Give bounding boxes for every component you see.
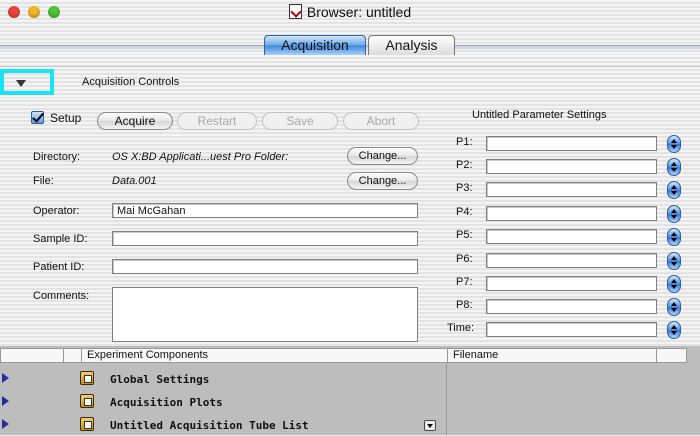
settings-document-icon (80, 371, 94, 385)
tab-analysis-label: Analysis (385, 37, 438, 53)
list-item[interactable]: Acquisition Plots (0, 391, 446, 413)
abort-button[interactable]: Abort (343, 112, 419, 130)
parameter-settings-title: Untitled Parameter Settings (472, 109, 607, 121)
setup-label: Setup (50, 111, 82, 125)
list-item-label: Global Settings (110, 373, 210, 386)
window-title: Browser: untitled (0, 4, 700, 20)
tab-acquisition-label: Acquisition (281, 37, 349, 53)
popup-menu-icon[interactable] (424, 420, 436, 431)
column-header: Experiment Components Filename (0, 348, 687, 363)
directory-change-label: Change... (358, 150, 407, 162)
window-title-text: Browser: untitled (306, 4, 412, 20)
plots-document-icon (80, 394, 94, 408)
abort-label: Abort (366, 114, 396, 128)
expand-triangle-icon[interactable] (2, 419, 9, 429)
sample-id-field[interactable] (112, 231, 418, 246)
p5-stepper-icon[interactable] (667, 228, 681, 246)
list-item[interactable]: Global Settings (0, 368, 446, 390)
directory-label: Directory: (33, 151, 81, 163)
p6-field[interactable] (486, 253, 657, 268)
patient-id-field[interactable] (112, 259, 418, 274)
restart-label: Restart (197, 114, 237, 128)
sample-id-label: Sample ID: (33, 233, 88, 245)
file-value: Data.001 (112, 175, 157, 187)
list-item-label: Acquisition Plots (110, 396, 223, 409)
p8-stepper-icon[interactable] (667, 298, 681, 316)
time-stepper-icon[interactable] (667, 321, 681, 339)
p2-field[interactable] (486, 159, 657, 174)
list-item[interactable]: Untitled Acquisition Tube List (0, 414, 446, 436)
tab-analysis[interactable]: Analysis (368, 35, 455, 56)
p2-stepper-icon[interactable] (667, 158, 681, 176)
p5-field[interactable] (486, 229, 657, 244)
p8-field[interactable] (486, 299, 657, 314)
disclosure-triangle-icon (16, 80, 26, 87)
tab-acquisition[interactable]: Acquisition (264, 35, 366, 56)
expand-triangle-icon[interactable] (2, 373, 9, 383)
section-label: Acquisition Controls (82, 76, 180, 88)
header-separator (63, 349, 64, 362)
p7-label: P7: (456, 276, 473, 288)
header-separator (447, 349, 448, 362)
tube-list-document-icon (80, 417, 94, 431)
p2-label: P2: (456, 159, 473, 171)
time-label: Time: (447, 322, 475, 334)
p1-label: P1: (456, 136, 473, 148)
disclosure-toggle[interactable] (0, 69, 54, 95)
save-label: Save (286, 114, 314, 128)
p4-field[interactable] (486, 206, 657, 221)
p7-stepper-icon[interactable] (667, 275, 681, 293)
column-divider (446, 363, 447, 435)
window-titlebar: Browser: untitled (0, 0, 700, 25)
p5-label: P5: (456, 229, 473, 241)
acquire-button[interactable]: Acquire (97, 112, 173, 130)
section-header: Acquisition Controls (0, 66, 700, 99)
tab-content-gap (0, 55, 700, 66)
file-change-button[interactable]: Change... (347, 172, 418, 190)
header-separator (656, 349, 657, 362)
restart-button[interactable]: Restart (177, 112, 257, 130)
file-change-label: Change... (358, 175, 407, 187)
header-separator (81, 349, 82, 362)
p1-field[interactable] (486, 136, 657, 151)
p6-stepper-icon[interactable] (667, 252, 681, 270)
patient-id-label: Patient ID: (33, 261, 85, 273)
save-button[interactable]: Save (262, 112, 338, 130)
list-item-label: Untitled Acquisition Tube List (110, 419, 309, 432)
p1-stepper-icon[interactable] (667, 135, 681, 153)
comments-textarea[interactable] (112, 287, 418, 342)
filename-column-header[interactable]: Filename (453, 349, 498, 361)
document-icon (288, 4, 302, 19)
setup-checkbox[interactable] (31, 111, 44, 124)
operator-field[interactable]: Mai McGahan (112, 203, 418, 218)
directory-change-button[interactable]: Change... (347, 147, 418, 165)
p4-stepper-icon[interactable] (667, 205, 681, 223)
p3-label: P3: (456, 182, 473, 194)
p3-field[interactable] (486, 182, 657, 197)
expand-triangle-icon[interactable] (2, 396, 9, 406)
directory-value: OS X:BD Applicati...uest Pro Folder: (112, 151, 289, 163)
p8-label: P8: (456, 299, 473, 311)
acquire-label: Acquire (114, 114, 156, 128)
operator-label: Operator: (33, 205, 80, 217)
p7-field[interactable] (486, 276, 657, 291)
time-field[interactable] (486, 322, 657, 337)
p3-stepper-icon[interactable] (667, 181, 681, 199)
comments-label: Comments: (33, 290, 90, 302)
p6-label: P6: (456, 253, 473, 265)
file-label: File: (33, 175, 54, 187)
p4-label: P4: (456, 206, 473, 218)
components-column-header[interactable]: Experiment Components (87, 349, 208, 361)
